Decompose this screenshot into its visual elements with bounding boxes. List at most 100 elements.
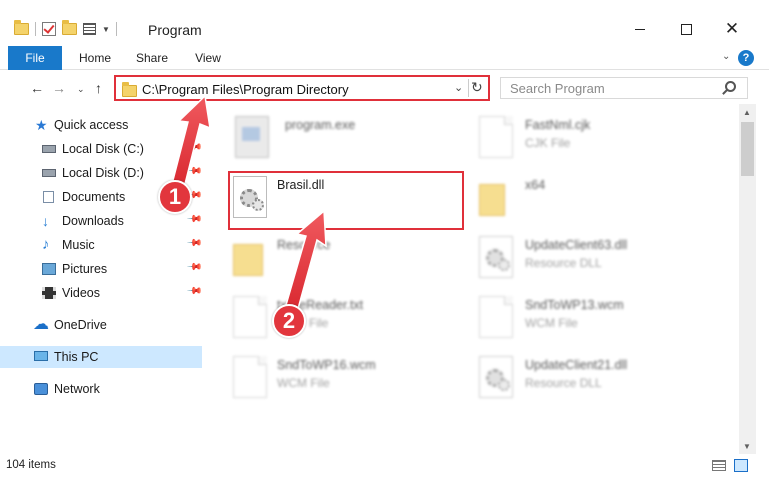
customize-icon[interactable] <box>83 23 96 35</box>
file-item-fastnml[interactable]: FastNml.cjk CJK File <box>479 114 699 170</box>
folder-icon <box>479 184 505 216</box>
file-item-updateclient21[interactable]: UpdateClient21.dll Resource DLL <box>479 354 699 410</box>
file-item-program-exe[interactable]: program.exe <box>235 114 455 170</box>
file-item-x64[interactable]: x64 <box>479 174 699 230</box>
file-type: Resource DLL <box>525 376 602 390</box>
help-icon[interactable]: ? <box>738 50 754 66</box>
file-type: WCM File <box>525 316 578 330</box>
address-bar[interactable]: C:\Program Files\Program Directory ⌄ ↻ <box>114 75 490 101</box>
dll-gear-icon <box>479 356 513 398</box>
sidebar-item-label: This PC <box>54 350 99 364</box>
sidebar-item-videos[interactable]: Videos 📌 <box>0 282 203 304</box>
window-title: Program <box>148 22 202 38</box>
cloud-icon: ☁ <box>33 316 49 333</box>
close-button[interactable]: ✕ <box>709 18 755 40</box>
item-count: 104 items <box>6 459 56 471</box>
large-icons-view-icon[interactable] <box>734 459 748 472</box>
document-icon <box>479 116 513 158</box>
search-placeholder: Search Program <box>510 81 605 96</box>
scroll-down-icon[interactable]: ▼ <box>743 442 751 451</box>
document-icon <box>233 296 267 338</box>
navigation-pane: ★ Quick access Local Disk (C:) 📌 Local D… <box>0 110 205 454</box>
sidebar-item-label: Music <box>62 238 95 252</box>
download-icon: ↓ <box>42 213 49 229</box>
file-item-sndtowp13[interactable]: SndToWP13.wcm WCM File <box>479 294 699 350</box>
network-icon <box>34 383 48 395</box>
new-folder-icon[interactable] <box>62 20 77 35</box>
step-1-badge: 1 <box>158 180 192 214</box>
sidebar-item-label: Local Disk (D:) <box>62 166 144 180</box>
sidebar-item-music[interactable]: ♪ Music 📌 <box>0 234 203 256</box>
pin-icon[interactable]: 📌 <box>186 139 203 156</box>
search-icon[interactable] <box>725 81 736 92</box>
file-name: x64 <box>525 178 546 192</box>
refresh-icon[interactable]: ↻ <box>471 79 483 96</box>
sidebar-item-pictures[interactable]: Pictures 📌 <box>0 258 203 280</box>
address-dropdown-icon[interactable]: ⌄ <box>454 81 463 94</box>
ribbon-expand-icon[interactable]: ⌄ <box>722 51 730 62</box>
sidebar-item-label: OneDrive <box>54 318 107 332</box>
disk-icon <box>42 169 56 177</box>
file-type: CJK File <box>525 136 571 150</box>
pin-icon[interactable]: 📌 <box>186 235 203 252</box>
sidebar-item-quick-access[interactable]: ★ Quick access <box>0 114 202 136</box>
application-icon <box>235 116 269 158</box>
disk-icon <box>42 145 56 153</box>
file-item-updateclient63[interactable]: UpdateClient63.dll Resource DLL <box>479 234 699 290</box>
dll-gear-icon <box>479 236 513 278</box>
sidebar-item-label: Local Disk (C:) <box>62 142 144 156</box>
star-icon: ★ <box>35 117 48 133</box>
file-name: UpdateClient21.dll <box>525 358 628 372</box>
search-input[interactable]: Search Program <box>500 77 748 99</box>
scroll-up-icon[interactable]: ▲ <box>743 108 751 117</box>
file-name: FastNml.cjk <box>525 118 591 132</box>
folder-icon <box>122 82 137 97</box>
tab-share[interactable]: Share <box>128 46 176 70</box>
back-button[interactable]: ← <box>30 80 44 96</box>
sidebar-item-onedrive[interactable]: ☁ OneDrive <box>0 314 202 336</box>
tab-view[interactable]: View <box>184 46 232 70</box>
file-item-readme[interactable]: txtfileReader.txt File <box>233 294 453 350</box>
tab-file[interactable]: File <box>8 46 62 70</box>
sidebar-item-this-pc[interactable]: This PC <box>0 346 202 368</box>
file-list: program.exe FastNml.cjk CJK File Brasil.… <box>207 104 739 454</box>
sidebar-item-label: Videos <box>62 286 100 300</box>
file-item-resource[interactable]: Resource <box>233 234 453 290</box>
pin-icon[interactable]: 📌 <box>186 211 203 228</box>
file-name: Resource <box>277 238 331 252</box>
qat-dropdown-icon[interactable]: ▼ <box>102 25 110 34</box>
properties-check-icon[interactable] <box>42 22 56 36</box>
details-view-icon[interactable] <box>712 460 726 471</box>
pin-icon[interactable]: 📌 <box>186 259 203 276</box>
step-2-badge: 2 <box>272 304 306 338</box>
sidebar-item-label: Network <box>54 382 100 396</box>
status-bar: 104 items <box>0 456 769 476</box>
sidebar-item-label: Downloads <box>62 214 124 228</box>
sidebar-item-local-disk-c[interactable]: Local Disk (C:) 📌 <box>0 138 203 160</box>
documents-icon <box>43 191 54 203</box>
scroll-thumb[interactable] <box>741 122 754 176</box>
vertical-scrollbar[interactable]: ▲ ▼ <box>739 104 756 454</box>
title-bar: ▼ Program ✕ <box>0 0 769 40</box>
document-icon <box>479 296 513 338</box>
recent-locations-button[interactable]: ⌄ <box>77 84 85 95</box>
folder-icon <box>14 20 29 35</box>
ribbon-tabs: File Home Share View ⌄ ? <box>0 46 769 70</box>
file-type: WCM File <box>277 376 330 390</box>
minimize-button[interactable] <box>617 18 663 40</box>
sidebar-item-label: Quick access <box>54 118 129 132</box>
sidebar-item-label: Pictures <box>62 262 108 276</box>
pin-icon[interactable]: 📌 <box>186 283 203 300</box>
up-button[interactable]: ↑ <box>95 80 102 96</box>
address-path[interactable]: C:\Program Files\Program Directory <box>142 82 349 97</box>
pin-icon[interactable]: 📌 <box>186 163 203 180</box>
file-name: SndToWP13.wcm <box>525 298 624 312</box>
close-icon: ✕ <box>724 19 740 38</box>
toolbar-divider <box>115 22 117 36</box>
sidebar-item-network[interactable]: Network <box>0 378 202 400</box>
maximize-button[interactable] <box>663 18 709 40</box>
file-item-sndtowp16[interactable]: SndToWP16.wcm WCM File <box>233 354 453 410</box>
tab-home[interactable]: Home <box>70 46 120 70</box>
file-type: File <box>309 316 329 330</box>
forward-button[interactable]: → <box>52 80 66 96</box>
